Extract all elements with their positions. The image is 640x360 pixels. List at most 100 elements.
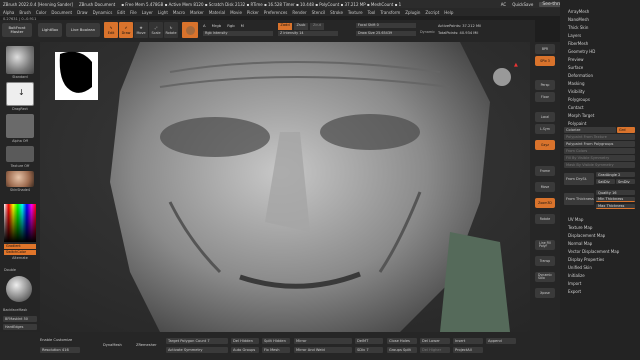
palette-unified-skin[interactable]: Unified Skin [568,265,592,270]
insert-button[interactable]: Insert [453,338,483,344]
nav-spix-button[interactable]: SPix 3 [535,56,555,66]
menu-help[interactable]: Help [444,10,453,15]
nav-transp-button[interactable]: Transp [535,256,555,266]
target-polygon-count-slider[interactable]: Target Polygon Count 7 [166,338,228,344]
palette-visibility[interactable]: Visibility [568,89,585,94]
move-mode-button[interactable]: ✥ Move [134,22,148,38]
quicksave-button[interactable]: QuickSave [512,2,533,7]
a-toggle[interactable]: A [203,23,206,28]
nav-zoom3d-button[interactable]: Zoom3D [535,198,555,208]
mirror-button[interactable]: Mirror [294,338,352,344]
zcut-button[interactable]: Zcut [310,23,324,30]
satdiv-slider[interactable]: SatDiv [596,179,615,184]
del-lower-button[interactable]: Del Lower [420,338,450,344]
brush-thumbnail[interactable] [6,46,34,74]
palette-geometry-hd[interactable]: Geometry HD [568,49,595,54]
palette-vector-displacement-map[interactable]: Vector Displacement Map [568,249,619,254]
zsub-button[interactable]: Zsub [294,23,308,30]
m-toggle[interactable]: M [241,23,244,28]
menu-draw[interactable]: Draw [77,10,87,15]
alternate-label[interactable]: Alternate [2,256,38,260]
bolt-front-master-button[interactable]: BoltFront Master [2,23,32,37]
menu-transform[interactable]: Transform [380,10,400,15]
max-thickness-slider[interactable]: Max Thickness [596,204,635,209]
close-holes-button[interactable]: Close Holes [387,338,417,344]
palette-morph-target[interactable]: Morph Target [568,113,594,118]
fill-by-visible-symmetry-button[interactable]: Fill By Visible Symmetry [564,155,635,161]
nav-gxyz-button[interactable]: Gxyz [535,140,555,150]
dynamesh-button[interactable]: DynaMesh [103,343,122,347]
palette-layers[interactable]: Layers [568,33,581,38]
menu-marker[interactable]: Marker [190,10,204,15]
palette-display-properties[interactable]: Display Properties [568,257,604,262]
nav-lsym-button[interactable]: L.Sym [535,124,555,134]
quality-slider[interactable]: Quality 16 [596,190,635,195]
mirror-and-weld-button[interactable]: Mirror And Weld [294,347,352,353]
draw-mode-button[interactable]: ✐ Draw [119,22,133,38]
palette-deformation[interactable]: Deformation [568,73,593,78]
nav-polyf-button[interactable]: Line Fill PolyF [535,240,555,250]
del-mt-button[interactable]: DelMT [355,338,383,344]
menu-stencil[interactable]: Stencil [312,10,326,15]
polypaint-from-polygroups-button[interactable]: Polypaint From Polygroups [564,141,635,147]
nav-local-button[interactable]: Local [535,112,555,122]
from-dryb-button[interactable]: From DrySt. [564,173,594,185]
palette-texture-map[interactable]: Texture Map [568,225,592,230]
palette-uv-map[interactable]: UV Map [568,217,583,222]
nav-xpose-button[interactable]: Xpose [535,288,555,298]
menu-zplugin[interactable]: Zplugin [405,10,420,15]
activate-symmetry-button[interactable]: Activate Symmetry [166,347,228,353]
menu-picker[interactable]: Picker [247,10,259,15]
menu-edit[interactable]: Edit [117,10,125,15]
nav-rotate-button[interactable]: Rotate [535,214,555,224]
live-boolean-button[interactable]: Live Boolean [66,23,100,37]
palette-normal-map[interactable]: Normal Map [568,241,592,246]
nav-move-button[interactable]: Move [535,182,555,192]
palette-preview[interactable]: Preview [568,57,584,62]
axis-gizmo-icon[interactable]: ▲ [514,62,518,68]
rotate-mode-button[interactable]: ↻ Rotate [164,22,178,38]
dynamic-toggle[interactable]: Dynamic [420,30,435,34]
smdiv-slider[interactable]: SmDiv [616,179,635,184]
draw-size-slider[interactable]: Draw Size 25.65439 [356,31,416,36]
min-thickness-slider[interactable]: Min Thickness [596,197,635,202]
lightbox-button[interactable]: LightBox [38,23,62,37]
edit-mode-button[interactable]: ✎ Edit [104,22,118,38]
from-colors-button[interactable]: From Colors [564,148,635,154]
nav-solo-button[interactable]: Dynamic Solo [535,272,555,282]
palette-initialize[interactable]: Initialize [568,273,585,278]
menu-color[interactable]: Color [36,10,46,15]
gradient-swatch[interactable]: Gradient [4,244,36,249]
backface-mask-toggle[interactable]: BackfaceMask [3,308,39,312]
texture-thumbnail[interactable] [6,146,34,162]
hard-edges-button[interactable]: HardEdges [3,324,37,330]
alpha-thumbnail[interactable] [6,114,34,138]
menu-layer[interactable]: Layer [142,10,153,15]
palette-masking[interactable]: Masking [568,81,585,86]
nav-floor-button[interactable]: Floor [535,92,555,102]
resolution-slider[interactable]: Resolution 416 [40,347,80,353]
palette-polypaint[interactable]: Polypaint [568,121,586,126]
palette-polygroups[interactable]: Polygroups [568,97,590,102]
z-intensity-slider[interactable]: Z Intensity 14 [278,31,338,36]
grad-angle-slider[interactable]: GradAngle 2 [596,172,635,177]
sdiv-slider[interactable]: SDiv 7 [355,347,383,353]
material-sphere-button[interactable] [182,22,198,38]
enable-customize-button[interactable]: Enable Customize [40,338,72,342]
menu-dynamics[interactable]: Dynamics [93,10,113,15]
canvas-viewport[interactable]: ▲ [40,42,530,332]
polypaint-from-texture-button[interactable]: Polypaint From Texture [564,134,635,140]
zadd-button[interactable]: Zadd [278,23,292,30]
menu-macro[interactable]: Macro [173,10,185,15]
groups-split-button[interactable]: Groups Split [387,347,417,353]
palette-export[interactable]: Export [568,289,581,294]
menu-preferences[interactable]: Preferences [264,10,288,15]
palette-displacement-map[interactable]: Displacement Map [568,233,605,238]
focal-shift-slider[interactable]: Focal Shift 0 [356,23,416,28]
menu-movie[interactable]: Movie [230,10,242,15]
menu-document[interactable]: Document [51,10,72,15]
stroke-thumbnail[interactable]: ↓ [6,82,34,106]
menu-zscript[interactable]: Zscript [425,10,439,15]
nav-persp-button[interactable]: Persp [535,80,555,90]
nav-bpr-button[interactable]: BPR [535,44,555,54]
